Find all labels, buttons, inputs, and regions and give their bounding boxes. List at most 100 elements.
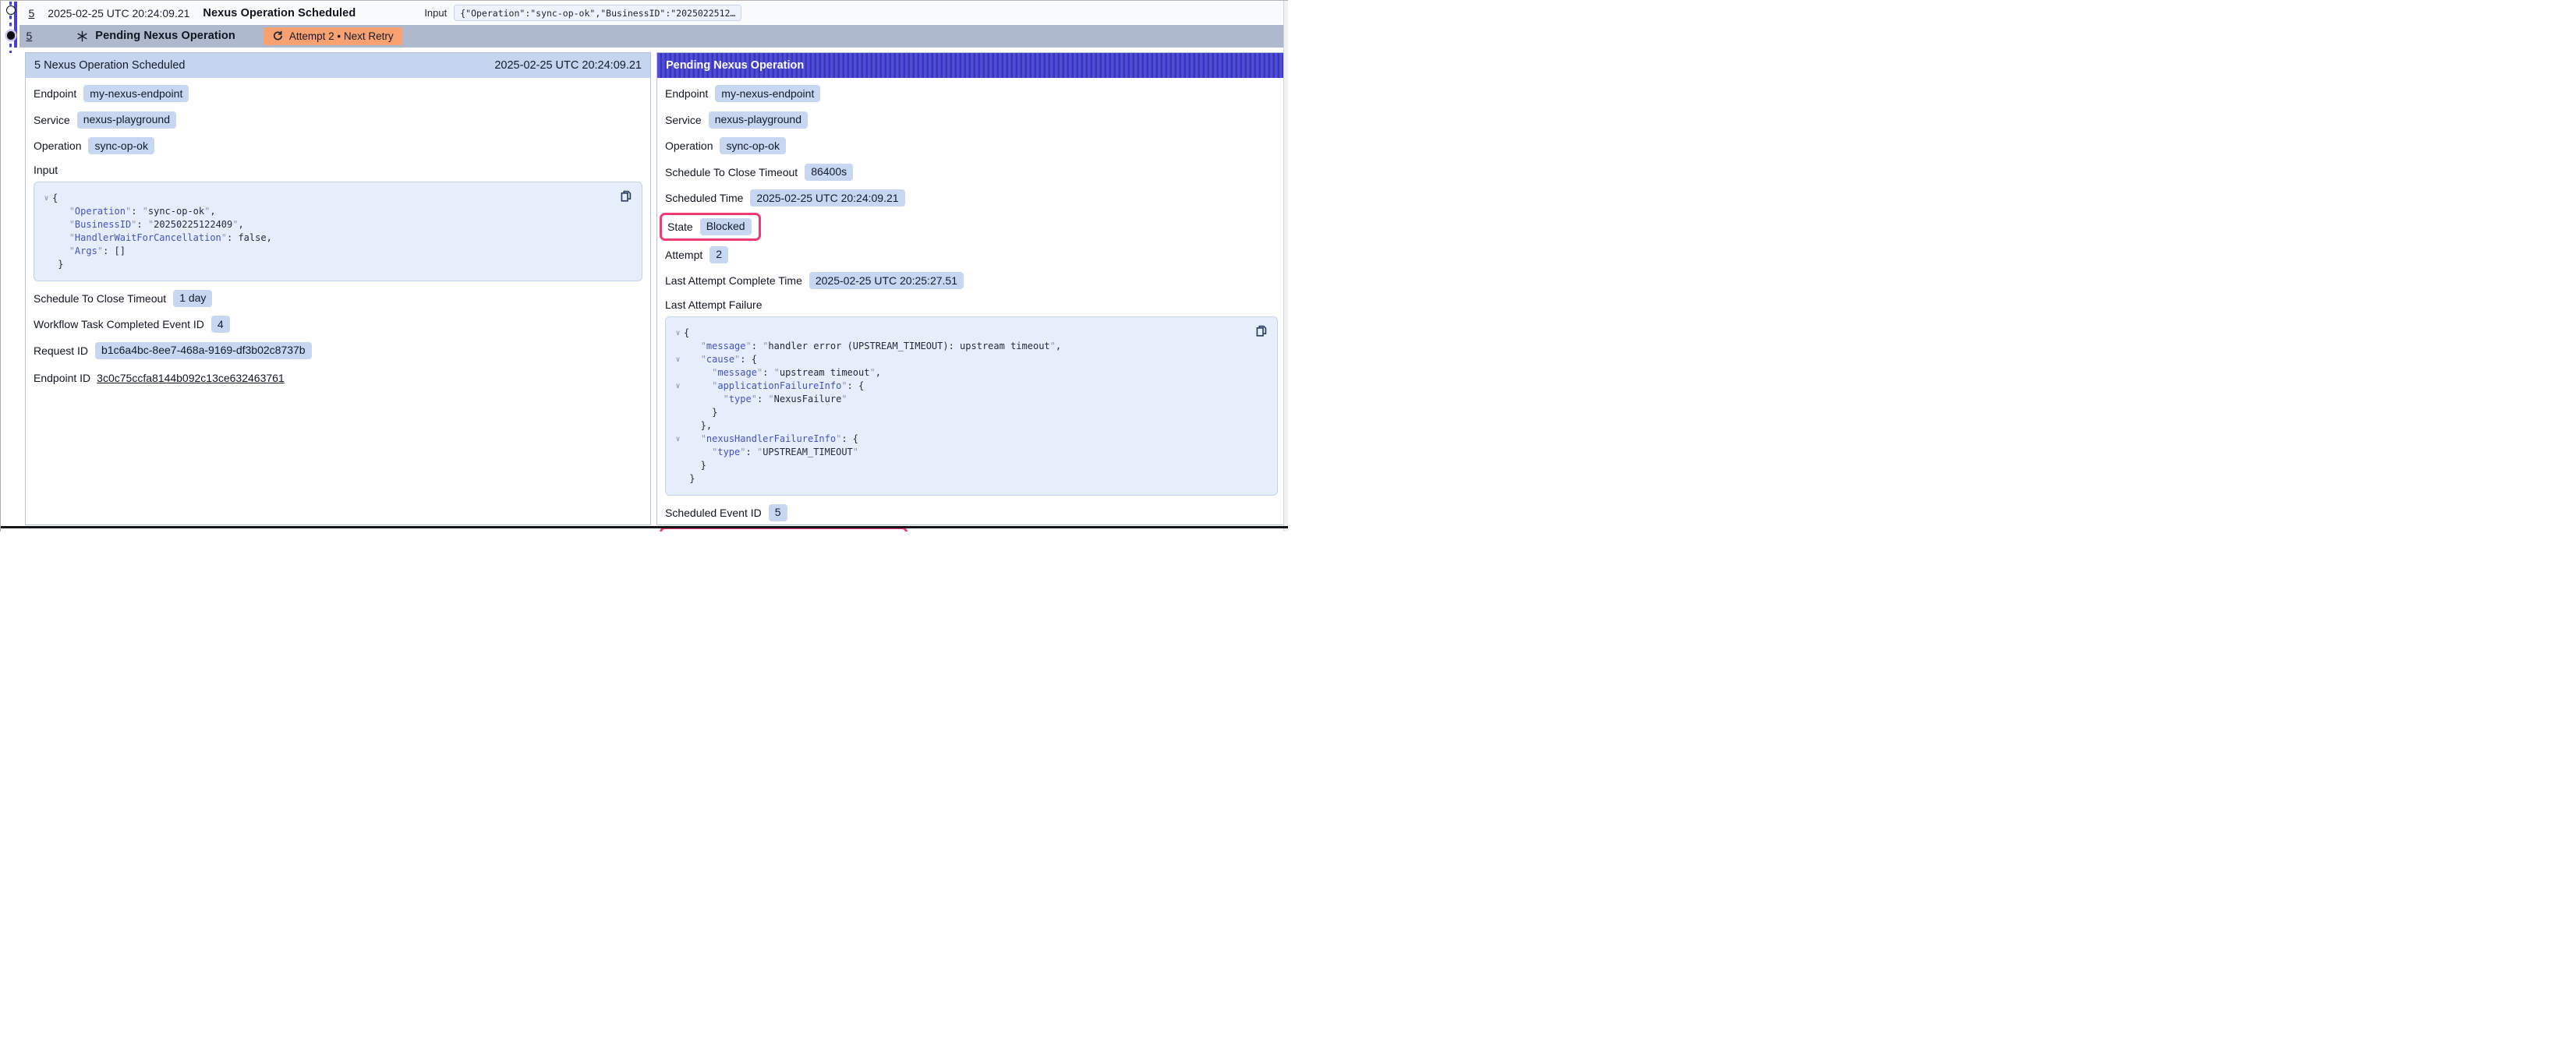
field-label: Last Attempt Complete Time [665,274,802,287]
scrollbar-track[interactable] [1283,1,1288,532]
field-label: Service [665,114,702,126]
field-attempt: Attempt 2 [665,246,1278,263]
field-label: Operation [34,139,81,152]
copy-icon[interactable] [1254,324,1269,338]
timeline-node-current-icon [7,31,16,40]
input-preview-chip[interactable]: {"Operation":"sync-op-ok","BusinessID":"… [454,5,741,21]
chevron-spacer [672,340,684,353]
field-request-id: Request ID b1c6a4bc-8ee7-468a-9169-df3b0… [34,342,642,359]
event-row-scheduled[interactable]: 5 2025-02-25 UTC 20:24:09.21 Nexus Opera… [19,2,1284,24]
json-line: "type": "NexusFailure" [672,393,1246,406]
field-value-chip: my-nexus-endpoint [83,85,189,102]
json-line: } [41,258,610,271]
field-label: Schedule To Close Timeout [665,166,798,178]
field-label: Scheduled Event ID [665,507,762,519]
field-value-chip: 2 [709,246,728,263]
json-line: } [672,472,1246,486]
field-value-chip: nexus-playground [77,111,176,129]
collapse-chevron-icon[interactable]: ∨ [672,433,684,446]
field-label: Scheduled Time [665,192,743,204]
last-attempt-failure-label: Last Attempt Failure [665,298,1278,311]
field-state: State Blocked [667,218,752,235]
field-label: Endpoint [34,87,76,100]
field-value-chip: 86400s [805,164,853,181]
chevron-spacer [672,406,684,419]
json-line: } [672,406,1246,419]
field-endpoint: Endpoint my-nexus-endpoint [665,85,1278,102]
collapse-chevron-icon[interactable]: ∨ [41,192,52,205]
json-line: ∨{ [672,327,1246,340]
json-line: "type": "UPSTREAM_TIMEOUT" [672,446,1246,459]
json-line: "message": "handler error (UPSTREAM_TIME… [672,340,1246,353]
state-highlight-box: State Blocked [660,213,761,241]
field-label: Endpoint [665,87,708,100]
collapse-chevron-icon[interactable]: ∨ [672,380,684,393]
event-name: Nexus Operation Scheduled [203,7,356,19]
json-line: } [672,459,1246,472]
json-line: "BusinessID": "20250225122409", [41,218,610,231]
json-line: }, [672,419,1246,433]
pending-panel-body: Endpoint my-nexus-endpoint Service nexus… [657,78,1286,532]
event-id-link[interactable]: 5 [29,7,35,19]
viewport-bottom-divider [1,526,1288,528]
field-operation: Operation sync-op-ok [665,137,1278,154]
panel-title: Pending Nexus Operation [666,59,804,72]
field-label: Service [34,114,70,126]
collapse-chevron-icon[interactable]: ∨ [672,353,684,366]
retry-badge-label: Attempt 2 • Next Retry [289,30,394,42]
pending-panel-header: Pending Nexus Operation [657,53,1286,78]
field-endpoint-id: Endpoint ID 3c0c75ccfa8144b092c13ce63246… [34,372,642,384]
chevron-spacer [672,419,684,433]
field-value-chip: sync-op-ok [88,137,154,154]
collapse-chevron-icon[interactable]: ∨ [672,327,684,340]
field-service: Service nexus-playground [665,111,1278,129]
field-label: Attempt [665,249,702,261]
chevron-spacer [672,472,684,486]
input-label: Input [424,7,447,19]
copy-icon[interactable] [619,189,633,203]
endpoint-id-link[interactable]: 3c0c75ccfa8144b092c13ce632463761 [97,372,285,384]
chevron-spacer [672,459,684,472]
chevron-spacer [41,231,52,245]
field-schedule-to-close-timeout: Schedule To Close Timeout 86400s [665,164,1278,181]
event-rows: 5 2025-02-25 UTC 20:24:09.21 Nexus Opera… [1,2,1283,48]
pending-asterisk-icon [76,30,88,42]
json-line: "Operation": "sync-op-ok", [41,205,610,218]
field-scheduled-time: Scheduled Time 2025-02-25 UTC 20:24:09.2… [665,189,1278,207]
pending-operation-panel: Pending Nexus Operation Endpoint my-nexu… [656,52,1286,525]
field-schedule-to-close-timeout: Schedule To Close Timeout 1 day [34,290,642,307]
field-operation: Operation sync-op-ok [34,137,642,154]
chevron-spacer [672,393,684,406]
chevron-spacer [41,205,52,218]
json-line: "message": "upstream timeout", [672,366,1246,380]
json-line: ∨{ [41,192,610,205]
scheduled-event-panel: 5 Nexus Operation Scheduled 2025-02-25 U… [25,52,651,525]
field-label: State [667,221,693,233]
retry-attempt-badge: Attempt 2 • Next Retry [264,27,402,45]
field-last-attempt-complete-time: Last Attempt Complete Time 2025-02-25 UT… [665,272,1278,289]
field-value-chip: sync-op-ok [720,137,785,154]
field-value-chip: my-nexus-endpoint [715,85,820,102]
input-section-label: Input [34,164,642,176]
field-label: Request ID [34,344,88,357]
chevron-spacer [672,366,684,380]
json-line: ∨ "applicationFailureInfo": { [672,380,1246,393]
field-value-chip: 5 [769,504,787,521]
field-service: Service nexus-playground [34,111,642,129]
chevron-spacer [672,446,684,459]
field-label: Schedule To Close Timeout [34,292,166,305]
event-history-page: 5 2025-02-25 UTC 20:24:09.21 Nexus Opera… [0,0,1288,532]
timeline-node-open-icon [6,5,16,15]
event-row-pending[interactable]: 5 Pending Nexus Operation [19,25,1284,48]
chevron-spacer [41,258,52,271]
field-label: Workflow Task Completed Event ID [34,318,204,330]
field-value-chip: 4 [211,316,230,333]
state-value-chip: Blocked [700,218,752,235]
event-id-link[interactable]: 5 [27,30,33,42]
retry-icon [272,30,284,42]
event-timestamp: 2025-02-25 UTC 20:24:09.21 [48,7,189,19]
field-value-chip: 1 day [173,290,212,307]
json-line: ∨ "cause": { [672,353,1246,366]
chevron-spacer [41,218,52,231]
scheduled-panel-header: 5 Nexus Operation Scheduled 2025-02-25 U… [26,53,650,78]
